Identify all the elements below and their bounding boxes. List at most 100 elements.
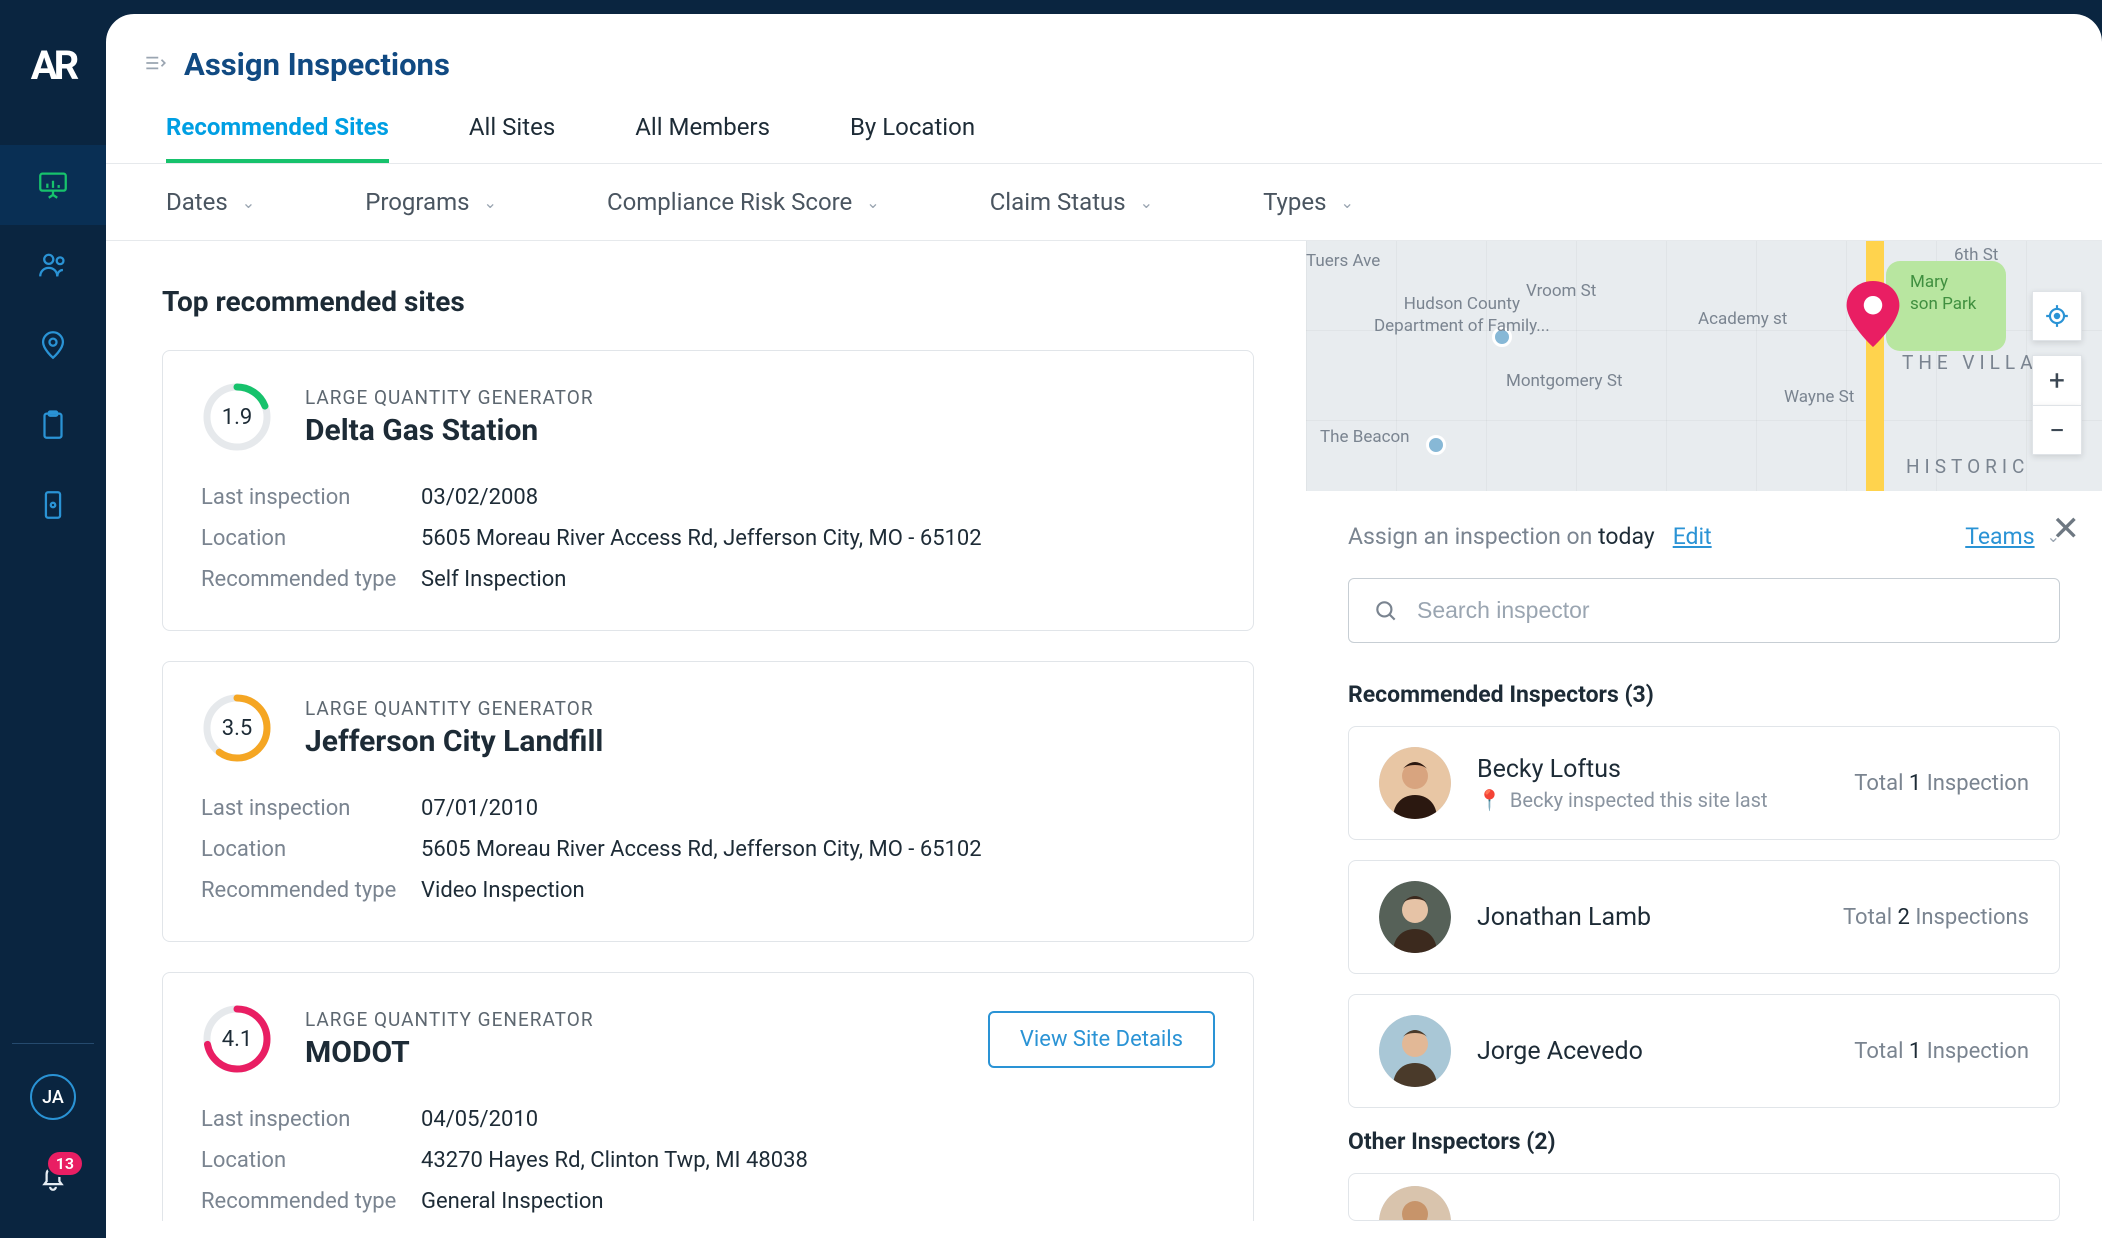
filter-compliance-risk-score[interactable]: Compliance Risk Score ⌄ [607,188,880,216]
inspector-avatar [1379,1015,1451,1087]
other-inspectors-title: Other Inspectors (2) [1348,1128,2060,1155]
map-label: Hudson County Department of Family... [1374,293,1550,337]
risk-score-value: 1.9 [201,381,273,453]
map-label: Mary son Park [1910,271,1976,315]
app-logo: AR [31,42,76,89]
inspector-card[interactable]: Jonathan Lamb Total 2 Inspections [1348,860,2060,974]
inspector-subtext: Becky inspected this site last [1510,788,1768,812]
chevron-down-icon: ⌄ [242,193,255,212]
recommended-sites-column: Top recommended sites 1.9 LARGE QUANTITY… [106,241,1306,1221]
recommended-type-value: General Inspection [421,1189,604,1214]
location-label: Location [201,1148,421,1173]
recommended-inspectors-title: Recommended Inspectors (3) [1348,681,2060,708]
site-card[interactable]: 1.9 LARGE QUANTITY GENERATOR Delta Gas S… [162,350,1254,631]
presentation-icon [36,168,70,202]
nav-clipboard[interactable] [0,385,106,465]
filter-types[interactable]: Types⌄ [1263,188,1354,216]
notifications-button[interactable]: 13 [36,1160,70,1198]
site-category: LARGE QUANTITY GENERATOR [305,1008,594,1031]
search-inspector-input[interactable] [1417,597,2035,624]
last-inspection-label: Last inspection [201,1107,421,1132]
edit-date-link[interactable]: Edit [1673,523,1712,550]
sidebar: AR [0,0,106,1238]
map-label: The Beacon [1320,427,1410,447]
last-inspection-value: 07/01/2010 [421,796,538,821]
tab-all-members[interactable]: All Members [635,113,770,163]
location-value: 5605 Moreau River Access Rd, Jefferson C… [421,526,982,551]
tab-recommended-sites[interactable]: Recommended Sites [166,113,389,163]
last-inspection-value: 04/05/2010 [421,1107,538,1132]
nav-location[interactable] [0,305,106,385]
inspector-count: Total 1 Inspection [1854,1039,2029,1064]
location-value: 43270 Hayes Rd, Clinton Twp, MI 48038 [421,1148,808,1173]
search-icon [1373,598,1399,624]
nav-people[interactable] [0,225,106,305]
filter-label: Claim Status [990,188,1126,216]
filter-dates[interactable]: Dates ⌄ [166,188,255,216]
mobile-icon [36,488,70,522]
tab-all-sites[interactable]: All Sites [469,113,555,163]
map-label: 6th St [1954,245,1998,265]
map-poi-icon [1426,435,1446,455]
map[interactable]: Hudson County Department of Family... Ma… [1306,241,2102,491]
filter-label: Compliance Risk Score [607,188,852,216]
inspector-card[interactable]: Becky Loftus 📍Becky inspected this site … [1348,726,2060,840]
map-locate-button[interactable] [2032,291,2082,341]
location-label: Location [201,526,421,551]
inspector-card[interactable]: Jorge Acevedo Total 1 Inspection [1348,994,2060,1108]
map-label: Academy st [1698,309,1787,329]
risk-score-value: 3.5 [201,692,273,764]
location-value: 5605 Moreau River Access Rd, Jefferson C… [421,837,982,862]
inspector-card[interactable] [1348,1173,2060,1221]
risk-score-ring: 3.5 [201,692,273,764]
view-site-details-button[interactable]: View Site Details [988,1011,1215,1068]
inspector-name: Jorge Acevedo [1477,1037,1643,1066]
map-label: Tuers Ave [1306,251,1380,271]
header: Assign Inspections [106,14,2102,83]
filter-programs[interactable]: Programs⌄ [365,188,497,216]
site-card[interactable]: 4.1 LARGE QUANTITY GENERATOR MODOT View … [162,972,1254,1221]
nav-device[interactable] [0,465,106,545]
recommended-type-value: Video Inspection [421,878,585,903]
location-pin-icon [36,328,70,362]
inspector-name: Jonathan Lamb [1477,903,1651,932]
teams-dropdown[interactable]: Teams [1965,523,2034,550]
risk-score-ring: 4.1 [201,1003,273,1075]
nav-dashboard[interactable] [0,145,106,225]
map-zoom-in-button[interactable]: + [2032,355,2082,405]
map-marker-icon[interactable] [1846,281,1900,351]
close-button[interactable]: ✕ [2052,509,2081,549]
map-label: HISTORIC [1906,455,2029,478]
filter-label: Dates [166,188,228,216]
chevron-down-icon: ⌄ [866,193,879,212]
inspector-avatar [1379,747,1451,819]
site-name: MODOT [305,1035,594,1070]
people-icon [36,248,70,282]
map-label: Vroom St [1526,281,1596,301]
chevron-down-icon: ⌄ [484,193,497,212]
map-zoom-out-button[interactable]: − [2032,405,2082,455]
notification-badge: 13 [46,1150,84,1177]
inspector-count: Total 1 Inspection [1854,771,2029,796]
location-label: Location [201,837,421,862]
filter-claim-status[interactable]: Claim Status⌄ [990,188,1153,216]
risk-score-ring: 1.9 [201,381,273,453]
page-title: Assign Inspections [184,46,450,83]
inspector-avatar [1379,881,1451,953]
site-card[interactable]: 3.5 LARGE QUANTITY GENERATOR Jefferson C… [162,661,1254,942]
user-avatar[interactable]: JA [30,1074,76,1120]
right-column: Hudson County Department of Family... Ma… [1306,241,2102,1221]
site-name: Delta Gas Station [305,413,594,448]
last-inspection-label: Last inspection [201,485,421,510]
recommended-sites-title: Top recommended sites [162,285,1254,318]
tabs: Recommended Sites All Sites All Members By … [106,83,2102,164]
tab-by-location[interactable]: By Location [850,113,975,163]
site-category: LARGE QUANTITY GENERATOR [305,386,594,409]
chevron-down-icon: ⌄ [1341,193,1354,212]
search-inspector-wrap[interactable] [1348,578,2060,643]
inspector-count: Total 2 Inspections [1843,905,2029,930]
breadcrumb-icon[interactable] [142,50,168,80]
recommended-type-value: Self Inspection [421,567,566,592]
map-label: Montgomery St [1506,371,1622,391]
risk-score-value: 4.1 [201,1003,273,1075]
